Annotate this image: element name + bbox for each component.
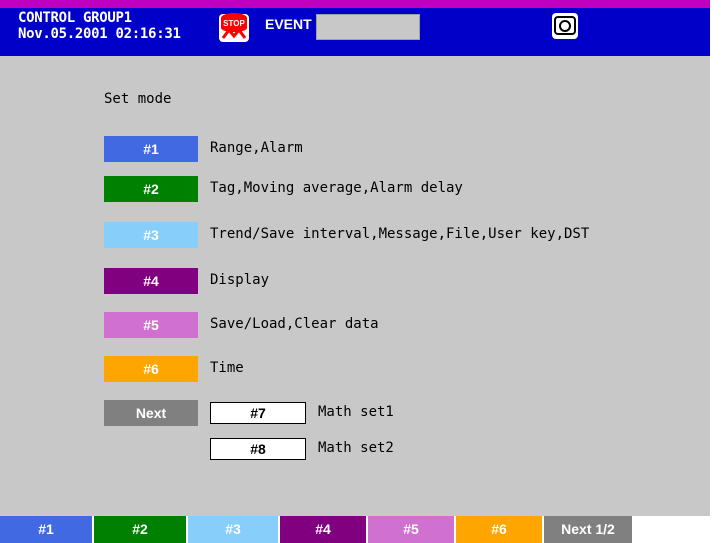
softkey-next[interactable]: Next 1/2 (542, 516, 632, 543)
softkey-3[interactable]: #3 (186, 516, 278, 543)
softkey-bar: #1 #2 #3 #4 #5 #6 Next 1/2 (0, 516, 710, 543)
menu-button-4[interactable]: #4 (104, 268, 198, 294)
softkey-4[interactable]: #4 (278, 516, 366, 543)
menu-label-trend-save-interval: Trend/Save interval,Message,File,User ke… (210, 226, 590, 242)
menu-button-1[interactable]: #1 (104, 136, 198, 162)
header-bar: CONTROL GROUP1 Nov.05.2001 02:16:31 STOP… (0, 0, 710, 56)
softkey-6[interactable]: #6 (454, 516, 542, 543)
event-label: EVENT (265, 16, 312, 32)
sub-label-math-set1: Math set1 (318, 404, 394, 420)
sub-label-math-set2: Math set2 (318, 440, 394, 456)
menu-button-2[interactable]: #2 (104, 176, 198, 202)
menu-label-time: Time (210, 360, 244, 376)
softkey-1[interactable]: #1 (0, 516, 92, 543)
softkey-2[interactable]: #2 (92, 516, 186, 543)
sub-button-8[interactable]: #8 (210, 438, 306, 460)
menu-button-3[interactable]: #3 (104, 222, 198, 248)
menu-label-save-load: Save/Load,Clear data (210, 316, 379, 332)
menu-label-display: Display (210, 272, 270, 288)
stop-icon: STOP (219, 13, 249, 42)
group-name: CONTROL GROUP1 (18, 10, 132, 26)
svg-text:STOP: STOP (223, 19, 245, 28)
next-button[interactable]: Next (104, 400, 198, 426)
page-title: Set mode (104, 91, 172, 107)
camera-icon[interactable] (549, 10, 581, 42)
menu-button-5[interactable]: #5 (104, 312, 198, 338)
menu-label-range-alarm: Range,Alarm (210, 140, 303, 156)
event-field (316, 14, 420, 40)
date-time: Nov.05.2001 02:16:31 (18, 26, 181, 42)
softkey-5[interactable]: #5 (366, 516, 454, 543)
header-title: CONTROL GROUP1 Nov.05.2001 02:16:31 (18, 10, 181, 42)
menu-label-tag-moving-average: Tag,Moving average,Alarm delay (210, 180, 463, 196)
menu-button-6[interactable]: #6 (104, 356, 198, 382)
sub-button-7[interactable]: #7 (210, 402, 306, 424)
screen: CONTROL GROUP1 Nov.05.2001 02:16:31 STOP… (0, 0, 710, 543)
